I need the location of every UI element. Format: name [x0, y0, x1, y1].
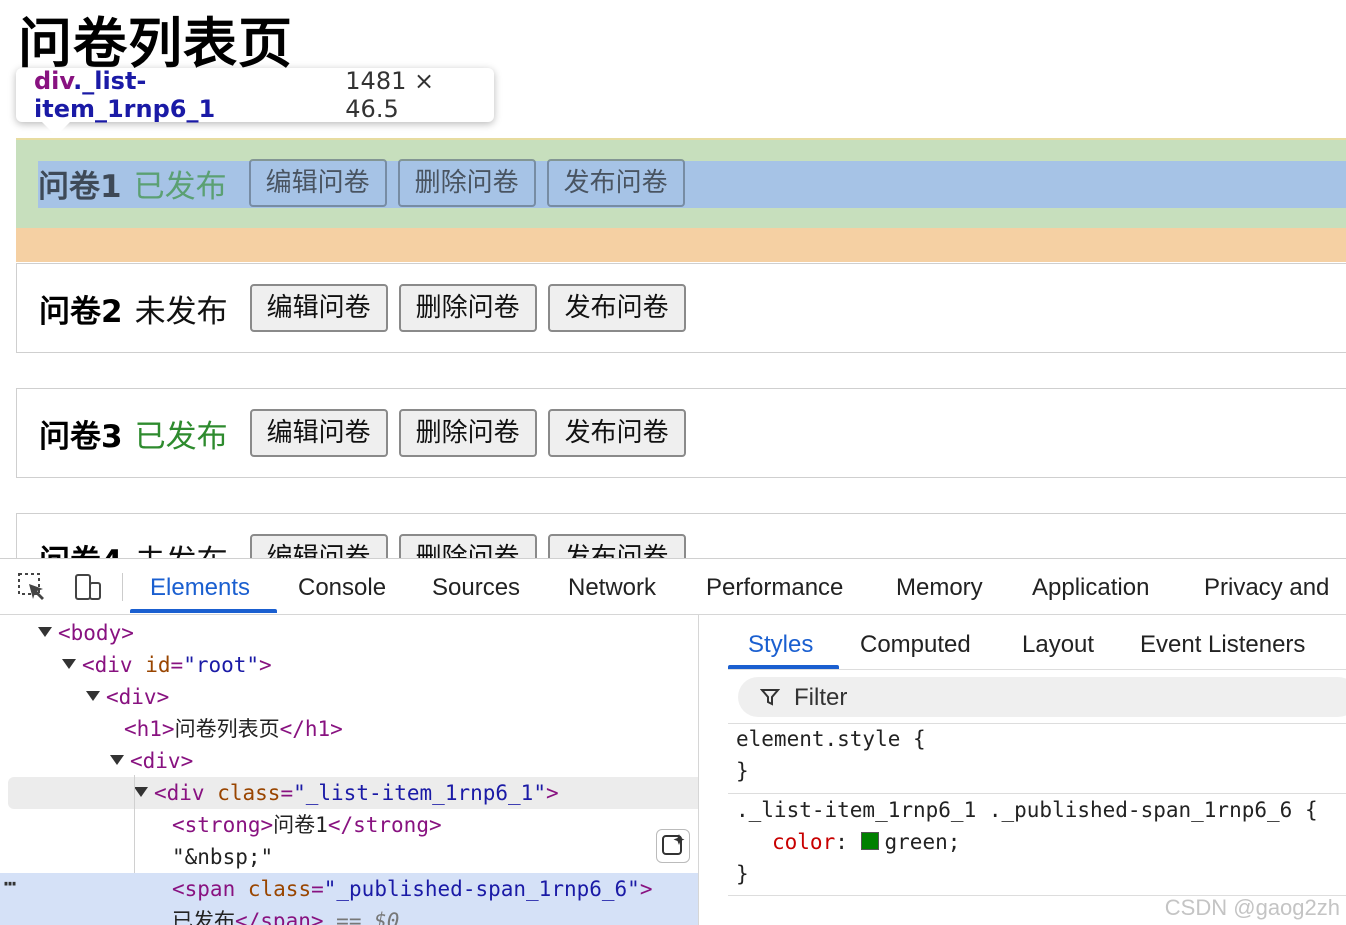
rule-close: } — [736, 759, 749, 783]
edit-button[interactable]: 编辑问卷 — [248, 159, 387, 207]
edit-button[interactable]: 编辑问卷 — [249, 534, 388, 558]
tooltip-dimensions: 1481 × 46.5 — [345, 67, 435, 123]
questionnaire-title: 问卷1 — [38, 168, 122, 205]
list-item: 问卷1 已发布 编辑问卷 删除问卷 发布问卷 — [16, 138, 1346, 228]
delete-button[interactable]: 删除问卷 — [397, 159, 536, 207]
element-style-rule[interactable]: element.style { — [736, 727, 926, 751]
publish-button[interactable]: 发布问卷 — [547, 534, 686, 558]
questionnaire-title: 问卷4 — [39, 536, 123, 559]
dom-node-text[interactable]: "&nbsp;" — [0, 841, 698, 873]
dom-node-h1[interactable]: <h1>问卷列表页</h1> — [0, 713, 698, 745]
status-badge: 已发布 — [133, 168, 227, 205]
dom-node-list-item[interactable]: <div class="_list-item_1rnp6_1"> — [8, 777, 698, 809]
css-property: color — [772, 830, 836, 854]
edit-button[interactable]: 编辑问卷 — [249, 284, 388, 332]
expand-triangle-icon[interactable] — [38, 627, 52, 637]
dom-tree: <body> <div id="root"> <div> <h1>问卷列表页</… — [0, 615, 699, 925]
publish-button[interactable]: 发布问卷 — [547, 284, 686, 332]
color-swatch-icon[interactable] — [860, 832, 879, 850]
expand-triangle-icon[interactable] — [62, 659, 76, 669]
delete-button[interactable]: 删除问卷 — [398, 534, 537, 558]
page-viewport: 问卷列表页 问卷1 已发布 编辑问卷 删除问卷 发布问卷 问卷2 未发布 编辑问… — [0, 0, 1346, 558]
status-badge: 未发布 — [134, 293, 228, 330]
dom-node-strong[interactable]: <strong>问卷1</strong> — [0, 809, 698, 841]
rule-close: } — [736, 862, 749, 886]
active-tab-indicator — [130, 609, 277, 613]
expand-triangle-icon[interactable] — [110, 755, 124, 765]
tab-privacy[interactable]: Privacy and — [1204, 559, 1329, 614]
more-actions-icon[interactable]: ⋯ — [4, 871, 16, 895]
status-badge: 未发布 — [135, 536, 228, 559]
questionnaire-title: 问卷3 — [39, 418, 123, 455]
tab-application[interactable]: Application — [1032, 559, 1149, 614]
divider — [728, 669, 1346, 670]
questionnaire-title: 问卷2 — [39, 293, 123, 330]
css-declaration[interactable]: color: green; — [772, 830, 960, 854]
dom-node-root[interactable]: <div id="root"> — [0, 649, 698, 681]
list-item: 问卷2 未发布 编辑问卷 删除问卷 发布问卷 — [16, 263, 1346, 353]
dom-node-span-text[interactable]: 已发布</span> == $0 — [0, 905, 698, 925]
dom-node-span-selected[interactable]: <span class="_published-span_1rnp6_6"> — [0, 873, 698, 905]
status-badge: 已发布 — [134, 418, 228, 455]
tab-network[interactable]: Network — [568, 559, 656, 614]
tooltip-selector: div._list-item_1rnp6_1 — [34, 67, 216, 123]
expand-triangle-icon[interactable] — [86, 691, 100, 701]
filter-icon — [760, 689, 780, 706]
edit-button[interactable]: 编辑问卷 — [249, 409, 388, 457]
divider — [728, 723, 1346, 724]
list-item: 问卷3 已发布 编辑问卷 删除问卷 发布问卷 — [16, 388, 1346, 478]
tab-event-listeners[interactable]: Event Listeners — [1140, 615, 1305, 667]
tab-layout[interactable]: Layout — [1022, 615, 1094, 667]
dom-node-list-container[interactable]: <div> — [0, 745, 698, 777]
devtools-panel: Elements Console Sources Network Perform… — [0, 558, 1346, 925]
tab-computed[interactable]: Computed — [860, 615, 971, 667]
delete-button[interactable]: 删除问卷 — [398, 409, 537, 457]
css-value: green; — [884, 830, 961, 854]
device-toolbar-icon[interactable] — [72, 571, 104, 603]
tab-memory[interactable]: Memory — [896, 559, 983, 614]
tab-elements[interactable]: Elements — [150, 559, 250, 614]
dom-node-body[interactable]: <body> — [0, 617, 698, 649]
ai-assistant-icon[interactable] — [656, 829, 690, 863]
filter-input[interactable]: Filter — [738, 677, 1346, 717]
css-selector[interactable]: ._list-item_1rnp6_1 ._published-span_1rn… — [736, 798, 1318, 822]
inspect-tooltip: div._list-item_1rnp6_1 1481 × 46.5 — [16, 67, 494, 136]
list-item: 问卷4 未发布 编辑问卷 删除问卷 发布问卷 — [16, 513, 1346, 558]
inspect-element-icon[interactable] — [16, 571, 48, 603]
filter-placeholder: Filter — [794, 684, 848, 711]
publish-button[interactable]: 发布问卷 — [546, 159, 685, 207]
tab-styles[interactable]: Styles — [748, 615, 813, 667]
expand-triangle-icon[interactable] — [134, 787, 148, 797]
divider — [728, 793, 1346, 794]
publish-button[interactable]: 发布问卷 — [547, 409, 686, 457]
inspect-highlight-margin — [16, 228, 1346, 262]
tab-performance[interactable]: Performance — [706, 559, 843, 614]
delete-button[interactable]: 删除问卷 — [398, 284, 537, 332]
styles-pane: Styles Computed Layout Event Listeners F… — [728, 615, 1346, 925]
devtools-toolbar: Elements Console Sources Network Perform… — [0, 559, 1346, 615]
tab-console[interactable]: Console — [298, 559, 386, 614]
toolbar-divider — [122, 573, 123, 601]
tab-sources[interactable]: Sources — [432, 559, 520, 614]
dom-node-div[interactable]: <div> — [0, 681, 698, 713]
watermark: CSDN @gaog2zh — [1164, 895, 1340, 920]
